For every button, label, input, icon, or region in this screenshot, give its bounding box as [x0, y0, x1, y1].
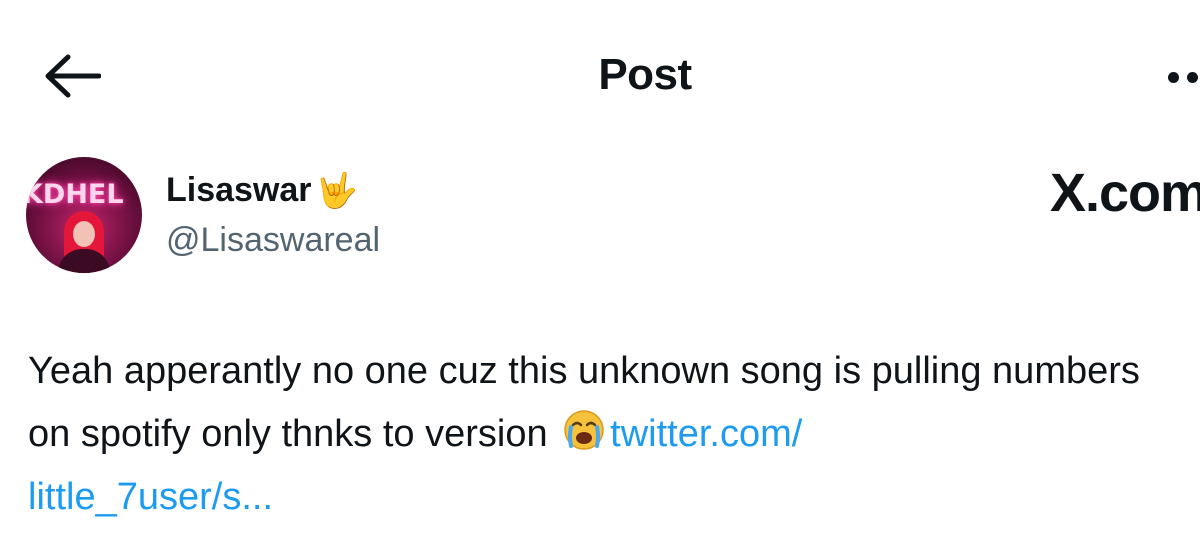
user-handle[interactable]: @Lisaswareal: [166, 221, 380, 260]
x-com-watermark: X.com: [1050, 163, 1200, 223]
rock-on-hand-icon: 🤟: [315, 170, 358, 211]
post-link[interactable]: twitter.com/: [610, 413, 802, 455]
avatar-neon-text: KDHEL: [26, 179, 124, 210]
post-header: Post: [0, 0, 1200, 150]
display-name-text: Lisaswar: [166, 171, 312, 209]
avatar[interactable]: KDHEL: [26, 157, 142, 273]
post-body: Yeah apperantly no one cuz this unknown …: [28, 340, 1188, 529]
page-title: Post: [598, 50, 692, 99]
crying-face-icon: [562, 408, 606, 452]
display-name[interactable]: Lisaswar 🤟: [166, 171, 358, 210]
more-options-button[interactable]: [1160, 58, 1200, 98]
post-link-continued[interactable]: little_7user/s...: [28, 476, 273, 518]
